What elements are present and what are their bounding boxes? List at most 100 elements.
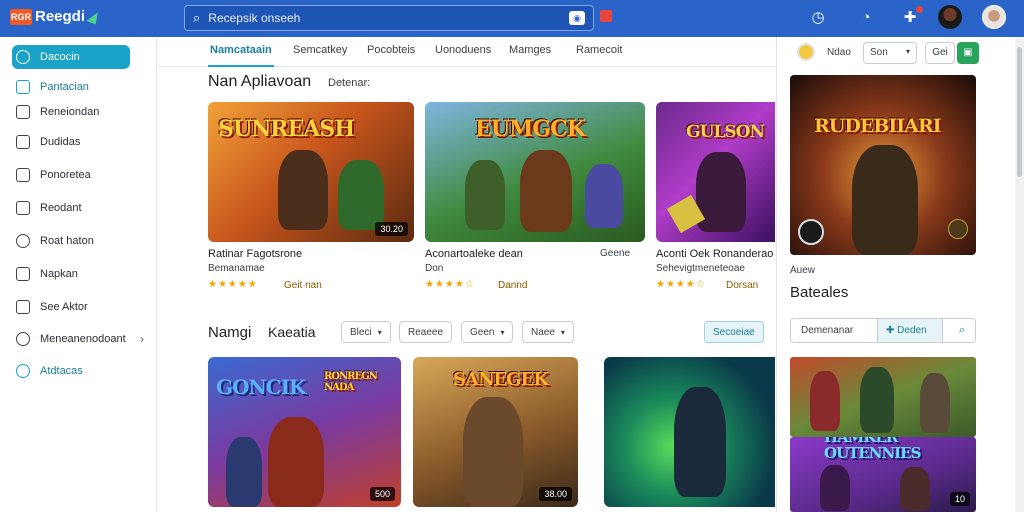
game-logo: SUNREASH [218,116,355,142]
main-content: Namcataain Semcatkey Pocobteis Uonoduens… [158,37,775,512]
filter-button[interactable]: Reaeee [399,321,453,343]
deden-button[interactable]: ✚ Deden [877,319,943,342]
chevron-down-icon: ▾ [500,327,505,337]
info-icon[interactable] [948,219,968,239]
sidebar-item-label: Meneanenodoant [40,333,126,345]
rating-label: Dorsan [726,280,759,291]
avatar[interactable] [938,5,962,29]
panel-title: Bateales [790,284,849,301]
list-icon [16,135,30,149]
clock-icon[interactable]: ◷ [808,8,828,28]
search-bar[interactable]: ⌕ ◉ [184,5,594,31]
search-icon[interactable]: ⌕ [959,324,965,337]
suggested-game-card[interactable]: HAMKER OUTENNIES 10 [790,437,976,512]
chat-icon[interactable]: ◔ [856,8,876,28]
sidebar-item-label: Reneiondan [40,106,100,118]
tab-bar: Namcataain Semcatkey Pocobteis Uonoduens… [158,37,775,67]
camera-search-icon[interactable]: ◉ [569,11,585,25]
price-badge: 38.00 [539,487,572,501]
profile-avatar[interactable] [982,5,1006,29]
secondary-action-button[interactable]: Secoeiae [704,321,764,343]
tab-uonoduens[interactable]: Uonoduens [435,44,491,56]
app-name[interactable]: Aconti Oek Ronanderao [656,248,773,260]
app-card[interactable]: GONCIK RONREGN NADA 500 [208,357,401,507]
scrollbar-thumb[interactable] [1017,47,1022,177]
sidebar-item-dudidas[interactable]: Dudidas [12,130,150,154]
sidebar-item-label: Pantacian [40,81,89,93]
tab-mamges[interactable]: Mamges [509,44,551,56]
tab-ramecoit[interactable]: Ramecoit [576,44,622,56]
featured-game-image[interactable]: RUDEBIIARI [790,75,976,255]
panel-header: Ndao Son ▾ Gei ▣ [777,37,1015,67]
tab-namcataain[interactable]: Namcataain [210,44,272,56]
panel-button[interactable]: Gei [925,42,955,64]
sidebar-item-label: Atdtacas [40,365,83,377]
game-logo-secondary: RONREGN NADA [324,371,378,393]
avatar[interactable] [797,43,815,61]
game-logo: EUMGCK [475,116,586,142]
app-title: Reegdi [35,8,86,25]
sidebar-item-meneanenodoant[interactable]: Meneanenodoant › [12,327,150,351]
sidebar-item-reneiondan[interactable]: Reneiondan [12,100,150,124]
game-thumbnail: GULSON [656,102,775,242]
app-name[interactable]: Aconartoaleke dean [425,248,523,260]
app-card[interactable]: SANEGEK 38.00 [413,357,578,507]
sidebar-item-ponoretea[interactable]: Ponoretea [12,163,150,187]
grid-icon [16,80,30,94]
app-name[interactable]: Ratinar Fagotsrone [208,248,302,260]
app-card[interactable]: EUMGCK [425,102,645,242]
sidebar-item-label: Napkan [40,268,78,280]
sidebar-item-roat-haton[interactable]: Roat haton [12,229,150,253]
filter-label: Bleci [350,326,372,338]
active-tab-indicator [208,65,274,67]
sidebar-item-napkan[interactable]: Napkan [12,262,150,286]
scrollbar[interactable] [1015,37,1024,512]
folder-icon [16,168,30,182]
deden-label: Deden [897,325,927,336]
sidebar-item-dacocin[interactable]: Dacocin [12,45,130,69]
play-icon[interactable] [798,219,824,245]
character-figure [674,387,726,497]
sidebar-item-pantacian[interactable]: Pantacian [12,75,150,99]
app-card[interactable]: GULSON [656,102,775,242]
logo-triangle-icon [86,9,100,24]
game-logo: GONCIK [216,375,306,399]
demenanar-button[interactable]: Demenanar [801,325,853,336]
search-input[interactable] [208,11,549,25]
edit-icon [16,267,30,281]
app-logo[interactable]: RGR Reegdi [10,8,100,25]
search-icon [16,332,30,346]
price-badge: 500 [369,487,395,501]
save-icon[interactable]: ▣ [957,42,979,64]
filter-dropdown[interactable]: Geen ▾ [461,321,514,343]
app-card[interactable]: SUNREASH 30.20 [208,102,414,242]
app-developer: Sehevigtmeneteoae [656,263,745,274]
character-figure [920,373,950,433]
filter-dropdown[interactable]: Naee ▾ [522,321,574,343]
share-icon [16,300,30,314]
panel-actions: Demenanar ✚ Deden ⌕ [790,318,976,343]
tab-semcatkey[interactable]: Semcatkey [293,44,347,56]
app-extra: Geene [600,248,631,259]
character-figure [900,467,930,511]
character-figure [226,437,262,507]
search-icon: ⌕ [193,10,201,25]
character-figure [465,160,505,230]
tab-pocobteis[interactable]: Pocobteis [367,44,415,56]
price-badge: 10 [949,492,970,506]
sidebar-item-reodant[interactable]: Reodant [12,196,150,220]
record-button[interactable] [600,10,612,22]
suggested-game-card[interactable] [790,357,976,437]
panel-caption: Auew [790,265,816,276]
rating-label: Geit nan [284,280,322,291]
character-figure [268,417,324,507]
app-card[interactable] [604,357,775,507]
compass-icon [16,50,30,64]
sidebar-item-atdtacas[interactable]: Atdtacas [12,359,150,383]
filter-dropdown[interactable]: Bleci ▾ [341,321,391,343]
game-thumbnail: SANEGEK 38.00 [413,357,578,507]
sidebar-item-see-aktor[interactable]: See Aktor [12,295,150,319]
game-thumbnail: EUMGCK [425,102,645,242]
sort-select[interactable]: Son ▾ [863,42,917,64]
game-logo: RUDEBIIARI [814,115,942,137]
